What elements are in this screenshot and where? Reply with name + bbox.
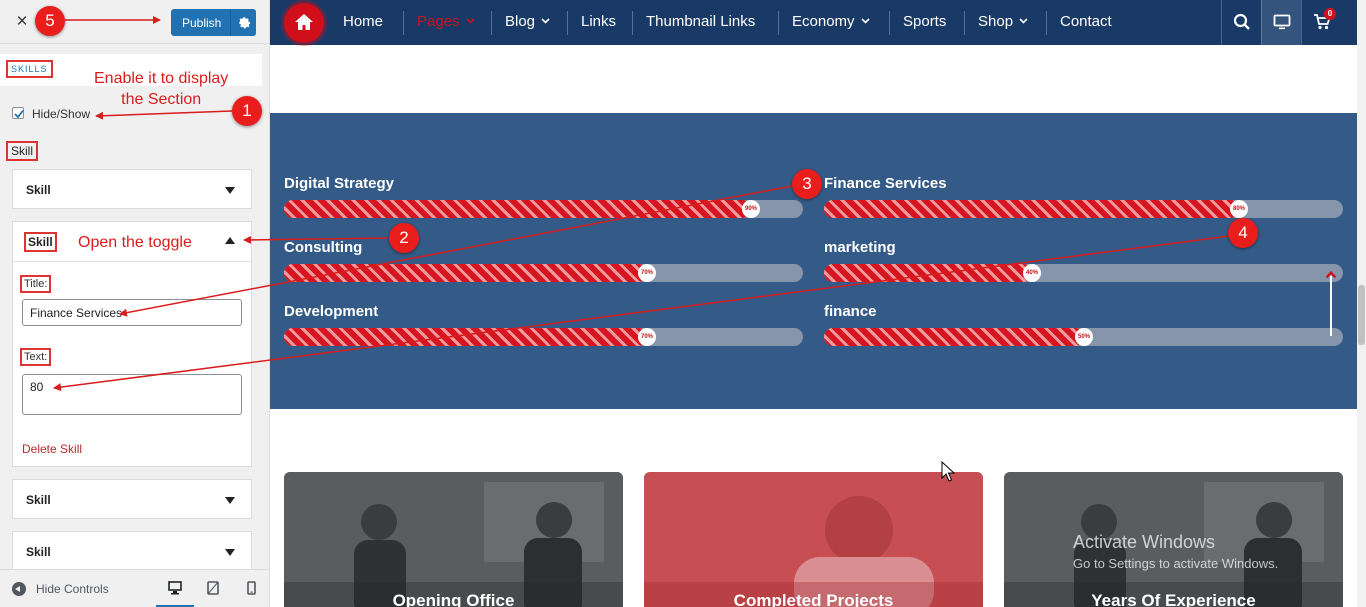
annotation-marker-5: 5 [35,6,65,36]
annotation-note-1: Enable it to display the Section [94,70,229,108]
annotation-marker-1: 1 [232,96,262,126]
annotation-marker-3: 3 [792,169,822,199]
annotation-note-2: Open the toggle [78,234,192,251]
annotation-marker-2: 2 [389,223,419,253]
annotation-marker-4: 4 [1228,218,1258,248]
